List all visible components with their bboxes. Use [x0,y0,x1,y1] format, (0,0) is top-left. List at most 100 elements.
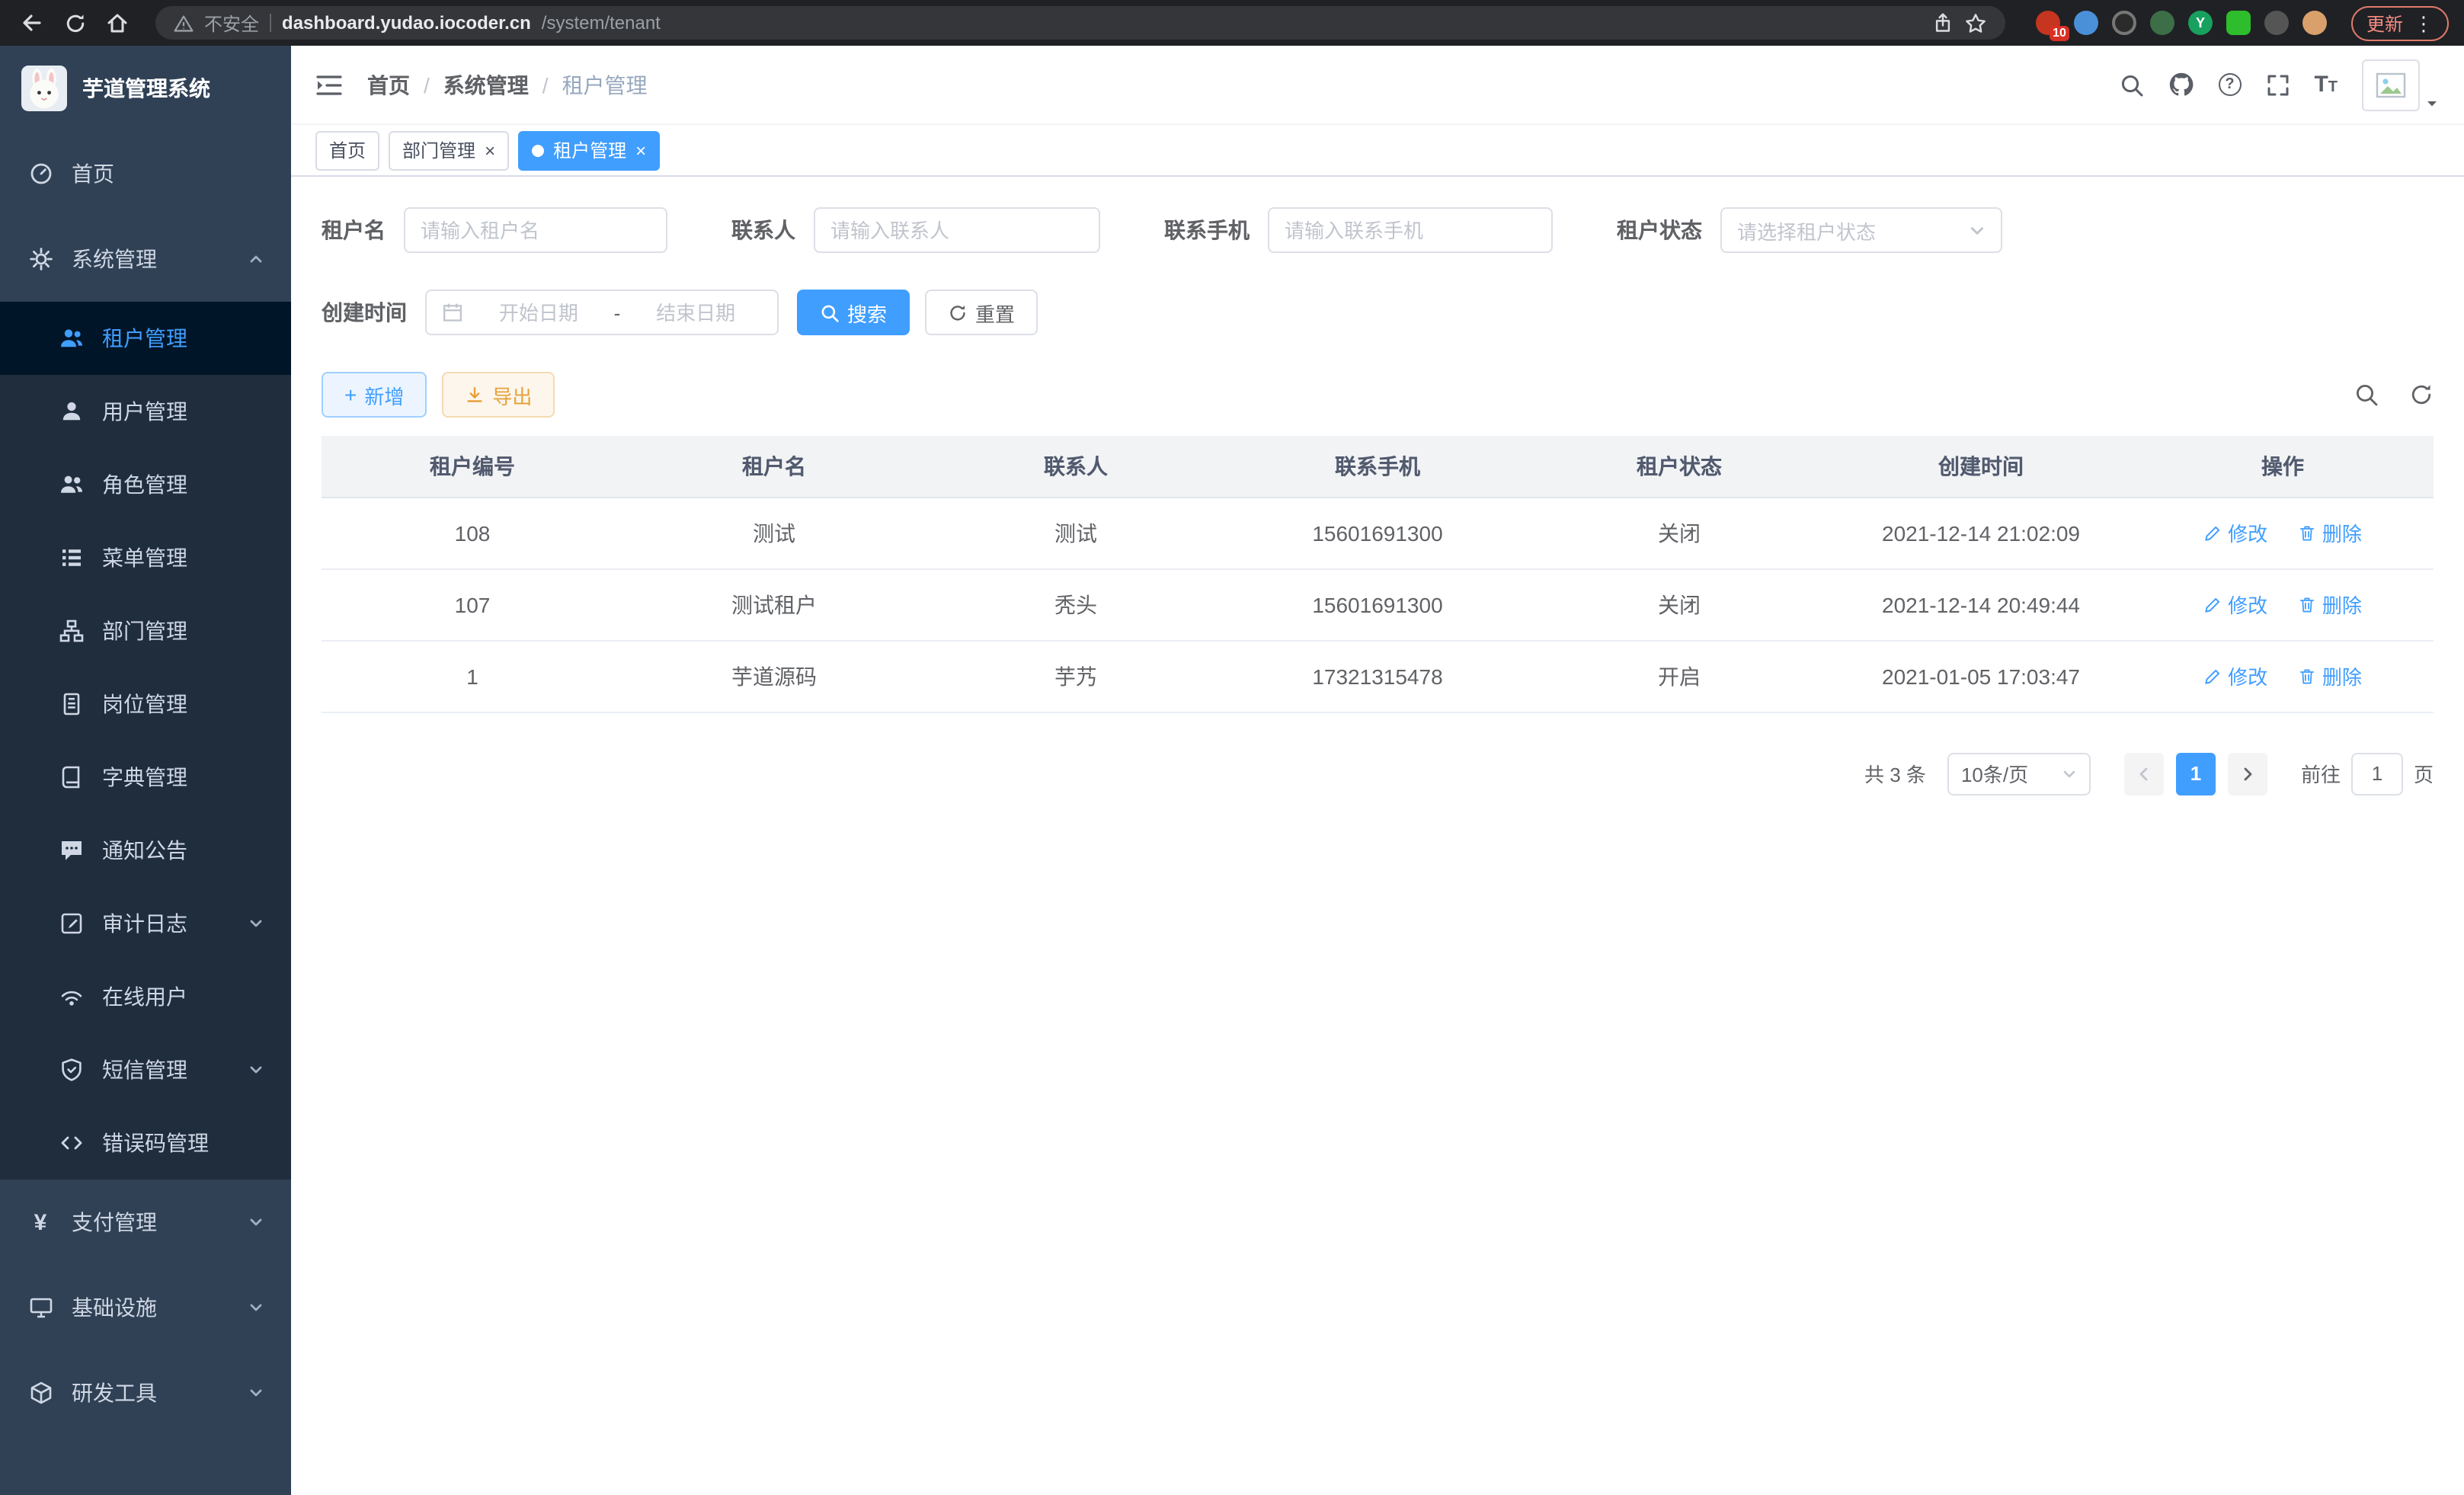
sidebar-item-system[interactable]: 系统管理 [0,216,291,302]
sidebar-item-post[interactable]: 岗位管理 [0,667,291,741]
sidebar-item-sms[interactable]: 短信管理 [0,1033,291,1106]
sidebar-item-online-users[interactable]: 在线用户 [0,960,291,1033]
sidebar-item-label: 错误码管理 [102,1128,209,1158]
edit-link[interactable]: 修改 [2203,661,2267,690]
update-label: 更新 [2366,10,2403,36]
tab-close-icon[interactable]: × [635,141,646,159]
monitor-icon [27,1295,53,1320]
sidebar-item-role[interactable]: 角色管理 [0,448,291,521]
toggle-search-icon[interactable] [2354,383,2379,407]
avatar [2362,59,2420,110]
sidebar-item-menu[interactable]: 菜单管理 [0,521,291,594]
tab-dept[interactable]: 部门管理 × [389,130,509,170]
cell-contact: 芋艿 [925,640,1227,712]
delete-link[interactable]: 删除 [2298,518,2362,547]
tab-home[interactable]: 首页 [315,130,379,170]
breadcrumb-system[interactable]: 系统管理 [443,69,529,100]
fullscreen-icon[interactable] [2265,72,2290,97]
sidebar-item-dept[interactable]: 部门管理 [0,594,291,667]
tab-label: 租户管理 [553,137,626,163]
screen: 不安全 dashboard.yudao.iocoder.cn/system/te… [0,0,2464,1495]
id-badge-icon [58,692,84,716]
header-search-icon[interactable] [2119,72,2143,97]
extension-icon-1[interactable]: 10 [2036,11,2060,35]
help-icon[interactable]: ? [2218,73,2241,96]
goto-page-input[interactable] [2351,752,2403,795]
page-size-select[interactable]: 10条/页 [1947,752,2091,795]
extension-icon-2[interactable] [2074,11,2098,35]
edit-link[interactable]: 修改 [2203,590,2267,619]
delete-link[interactable]: 删除 [2298,661,2362,690]
bookmark-star-icon[interactable] [1964,11,1987,34]
active-tab-dot [532,144,544,156]
page-1-button[interactable]: 1 [2176,752,2216,795]
extension-icon-4[interactable] [2150,11,2174,35]
table-header-row: 租户编号 租户名 联系人 联系手机 租户状态 创建时间 操作 [322,436,2434,497]
profile-avatar-icon[interactable] [2302,11,2327,35]
sidebar-item-payment[interactable]: ¥ 支付管理 [0,1180,291,1265]
refresh-icon[interactable] [58,6,91,40]
tab-tenant[interactable]: 租户管理 × [518,130,660,170]
phone-field[interactable] [1285,219,1536,242]
plus-icon: + [344,384,357,405]
status-select[interactable]: 请选择租户状态 [1720,207,2002,253]
add-button[interactable]: + 新增 [322,372,427,418]
col-tenant-id: 租户编号 [322,436,623,497]
github-icon[interactable] [2168,72,2194,98]
chrome-update-button[interactable]: 更新 ⋮ [2351,5,2449,40]
sidebar-item-tenant[interactable]: 租户管理 [0,302,291,375]
start-date-field[interactable] [472,301,605,324]
extension-icon-3[interactable] [2112,11,2136,35]
font-size-icon[interactable]: TT [2314,73,2338,96]
chevron-down-icon [2062,766,2077,781]
extension-icon-5[interactable]: Y [2188,11,2213,35]
sidebar-item-user[interactable]: 用户管理 [0,375,291,448]
phone-input[interactable] [1268,207,1553,253]
tenant-name-field[interactable] [421,219,651,242]
cell-created: 2021-12-14 20:49:44 [1830,568,2132,640]
delete-link[interactable]: 删除 [2298,590,2362,619]
edit-link[interactable]: 修改 [2203,518,2267,547]
sidebar-item-notice[interactable]: 通知公告 [0,814,291,887]
back-icon[interactable] [15,6,49,40]
browser-menu-icon[interactable]: ⋮ [2414,13,2434,33]
system-submenu: 租户管理 用户管理 角色管理 [0,302,291,1180]
reset-button[interactable]: 重置 [925,290,1038,335]
date-range-picker[interactable]: - [425,290,779,335]
export-button[interactable]: 导出 [442,372,555,418]
cell-phone: 15601691300 [1227,568,1528,640]
cell-actions: 修改 删除 [2132,640,2434,712]
sidebar-item-dev-tools[interactable]: 研发工具 [0,1350,291,1436]
share-icon[interactable] [1932,12,1954,34]
sidebar-item-infra[interactable]: 基础设施 [0,1265,291,1350]
search-button[interactable]: 搜索 [797,290,910,335]
tab-label: 首页 [329,137,366,163]
contact-input[interactable] [814,207,1100,253]
refresh-table-icon[interactable] [2409,383,2434,407]
app-header: 首页 / 系统管理 / 租户管理 ? [291,46,2464,125]
sidebar-item-home[interactable]: 首页 [0,131,291,216]
col-contact: 联系人 [925,436,1227,497]
extension-icon-6[interactable] [2226,11,2251,35]
sidebar-collapse-icon[interactable] [315,72,343,97]
cell-status: 开启 [1528,640,1830,712]
app-logo[interactable]: 芋道管理系统 [0,46,291,131]
end-date-field[interactable] [629,301,762,324]
user-avatar-menu[interactable] [2362,59,2440,110]
next-page-button[interactable] [2228,752,2267,795]
contact-field[interactable] [830,219,1083,242]
col-actions: 操作 [2132,436,2434,497]
url-bar[interactable]: 不安全 dashboard.yudao.iocoder.cn/system/te… [155,6,2005,40]
tenant-name-input[interactable] [404,207,667,253]
home-icon[interactable] [101,6,134,40]
extensions-puzzle-icon[interactable] [2264,11,2289,35]
sidebar-item-error-code[interactable]: 错误码管理 [0,1106,291,1180]
sidebar-item-dict[interactable]: 字典管理 [0,741,291,814]
prev-page-button[interactable] [2124,752,2164,795]
sidebar-item-audit-log[interactable]: 审计日志 [0,887,291,960]
sidebar-item-label: 用户管理 [102,396,187,427]
tab-close-icon[interactable]: × [485,141,495,159]
breadcrumb-home[interactable]: 首页 [367,69,410,100]
signal-icon [58,984,84,1009]
col-phone: 联系手机 [1227,436,1528,497]
